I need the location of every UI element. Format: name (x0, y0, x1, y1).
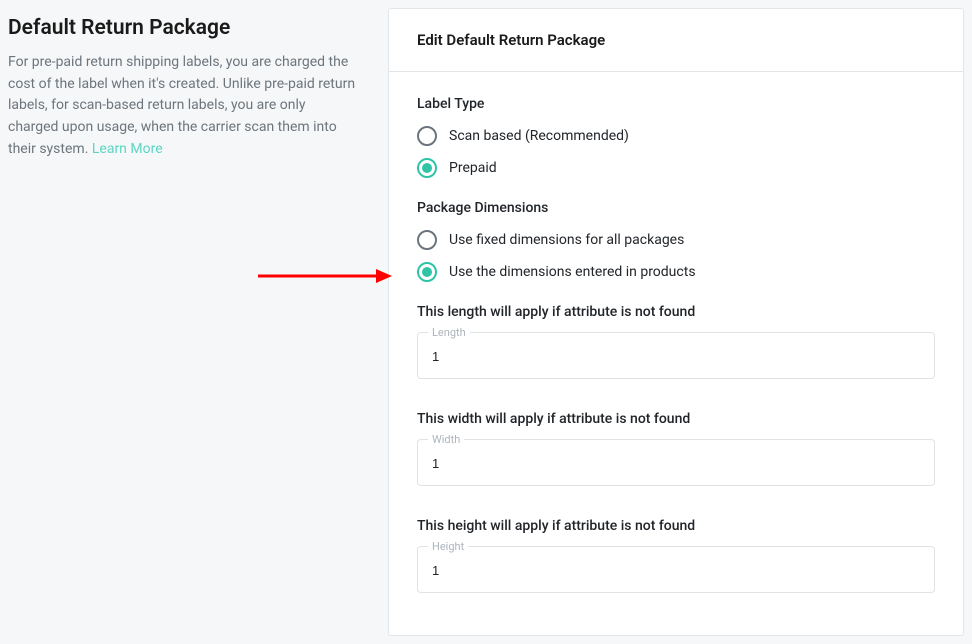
radio-checked-icon (417, 158, 437, 178)
learn-more-link[interactable]: Learn More (92, 141, 163, 157)
length-input[interactable] (418, 333, 934, 378)
width-desc: This width will apply if attribute is no… (417, 411, 935, 427)
width-field-block: This width will apply if attribute is no… (417, 411, 935, 486)
dimensions-group: Use fixed dimensions for all packages Us… (417, 230, 935, 282)
info-sidebar: Default Return Package For pre-paid retu… (8, 8, 364, 636)
width-text-field: Width (417, 439, 935, 486)
width-floating-label: Width (428, 433, 464, 446)
label-type-group: Scan based (Recommended) Prepaid (417, 126, 935, 178)
height-input[interactable] (418, 547, 934, 592)
height-field-block: This height will apply if attribute is n… (417, 518, 935, 593)
panel-body: Label Type Scan based (Recommended) Prep… (389, 72, 963, 635)
height-desc: This height will apply if attribute is n… (417, 518, 935, 534)
page-description: For pre-paid return shipping labels, you… (8, 52, 356, 160)
length-desc: This length will apply if attribute is n… (417, 304, 935, 320)
radio-fixed-dimensions[interactable]: Use fixed dimensions for all packages (417, 230, 935, 250)
radio-label: Scan based (Recommended) (449, 128, 629, 144)
radio-scan-based[interactable]: Scan based (Recommended) (417, 126, 935, 146)
radio-unchecked-icon (417, 230, 437, 250)
page-title: Default Return Package (8, 16, 356, 40)
width-input[interactable] (418, 440, 934, 485)
height-floating-label: Height (428, 540, 468, 553)
length-field-block: This length will apply if attribute is n… (417, 304, 935, 379)
radio-label: Use fixed dimensions for all packages (449, 232, 684, 248)
radio-label: Prepaid (449, 160, 497, 176)
height-text-field: Height (417, 546, 935, 593)
panel-title: Edit Default Return Package (417, 31, 935, 49)
edit-panel: Edit Default Return Package Label Type S… (388, 8, 964, 636)
length-text-field: Length (417, 332, 935, 379)
length-floating-label: Length (428, 326, 470, 339)
radio-prepaid[interactable]: Prepaid (417, 158, 935, 178)
radio-unchecked-icon (417, 126, 437, 146)
radio-product-dimensions[interactable]: Use the dimensions entered in products (417, 262, 935, 282)
dimensions-heading: Package Dimensions (417, 200, 935, 216)
page-root: Default Return Package For pre-paid retu… (0, 0, 972, 644)
radio-checked-icon (417, 262, 437, 282)
radio-label: Use the dimensions entered in products (449, 264, 696, 280)
description-text: For pre-paid return shipping labels, you… (8, 54, 355, 157)
label-type-heading: Label Type (417, 96, 935, 112)
panel-header: Edit Default Return Package (389, 9, 963, 72)
